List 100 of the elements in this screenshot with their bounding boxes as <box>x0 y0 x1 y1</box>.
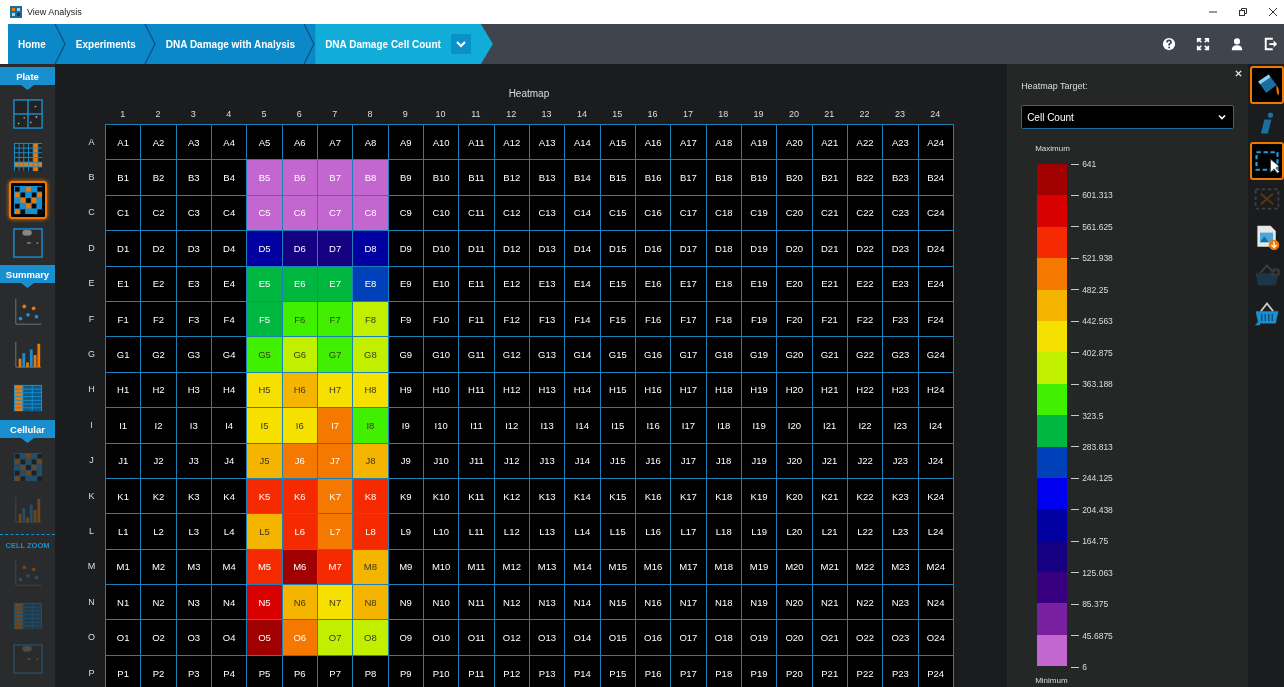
well-cell[interactable]: B20 <box>776 159 813 196</box>
well-cell[interactable]: O21 <box>811 619 848 656</box>
well-cell[interactable]: D9 <box>387 230 424 267</box>
well-cell[interactable]: J23 <box>882 442 919 479</box>
restore-icon[interactable] <box>1238 7 1248 17</box>
well-cell[interactable]: E2 <box>140 265 177 302</box>
well-cell[interactable]: A3 <box>175 124 212 161</box>
well-cell[interactable]: I18 <box>705 407 742 444</box>
well-cell[interactable]: D6 <box>281 230 318 267</box>
user-icon[interactable] <box>1230 37 1244 51</box>
well-cell[interactable]: I17 <box>670 407 707 444</box>
well-cell[interactable]: L2 <box>140 513 177 550</box>
well-cell[interactable]: D12 <box>493 230 530 267</box>
view-thumbnail[interactable] <box>8 181 47 219</box>
well-cell[interactable]: L18 <box>705 513 742 550</box>
well-cell[interactable]: A18 <box>705 124 742 161</box>
well-cell[interactable]: B2 <box>140 159 177 196</box>
well-cell[interactable]: A20 <box>776 124 813 161</box>
well-cell[interactable]: L21 <box>811 513 848 550</box>
well-cell[interactable]: N18 <box>705 584 742 621</box>
well-cell[interactable]: D2 <box>140 230 177 267</box>
well-cell[interactable]: A8 <box>352 124 389 161</box>
well-cell[interactable]: J8 <box>352 442 389 479</box>
well-cell[interactable]: N9 <box>387 584 424 621</box>
well-cell[interactable]: D14 <box>564 230 601 267</box>
well-cell[interactable]: B11 <box>458 159 495 196</box>
well-cell[interactable]: A15 <box>599 124 636 161</box>
well-cell[interactable]: P23 <box>882 654 919 687</box>
well-cell[interactable]: O15 <box>599 619 636 656</box>
well-cell[interactable]: G24 <box>917 336 954 373</box>
well-cell[interactable]: A6 <box>281 124 318 161</box>
well-cell[interactable]: P11 <box>458 654 495 687</box>
well-cell[interactable]: P17 <box>670 654 707 687</box>
well-cell[interactable]: B9 <box>387 159 424 196</box>
well-cell[interactable]: P8 <box>352 654 389 687</box>
well-cell[interactable]: G8 <box>352 336 389 373</box>
well-cell[interactable]: O23 <box>882 619 919 656</box>
toolbar-button[interactable] <box>1250 66 1284 104</box>
well-cell[interactable]: N1 <box>105 584 142 621</box>
well-cell[interactable]: B1 <box>105 159 142 196</box>
well-cell[interactable]: G17 <box>670 336 707 373</box>
well-cell[interactable]: O3 <box>175 619 212 656</box>
well-cell[interactable]: G23 <box>882 336 919 373</box>
well-cell[interactable]: A12 <box>493 124 530 161</box>
well-cell[interactable]: N17 <box>670 584 707 621</box>
well-cell[interactable]: O14 <box>564 619 601 656</box>
well-cell[interactable]: D1 <box>105 230 142 267</box>
well-cell[interactable]: L12 <box>493 513 530 550</box>
well-cell[interactable]: E20 <box>776 265 813 302</box>
well-cell[interactable]: D23 <box>882 230 919 267</box>
well-cell[interactable]: G14 <box>564 336 601 373</box>
well-cell[interactable]: I23 <box>882 407 919 444</box>
well-cell[interactable]: O20 <box>776 619 813 656</box>
well-cell[interactable]: E17 <box>670 265 707 302</box>
well-cell[interactable]: J11 <box>458 442 495 479</box>
well-cell[interactable]: L17 <box>670 513 707 550</box>
well-cell[interactable]: D15 <box>599 230 636 267</box>
well-cell[interactable]: A1 <box>105 124 142 161</box>
well-cell[interactable]: J5 <box>246 442 283 479</box>
well-cell[interactable]: G12 <box>493 336 530 373</box>
well-cell[interactable]: D20 <box>776 230 813 267</box>
well-cell[interactable]: G3 <box>175 336 212 373</box>
well-cell[interactable]: A24 <box>917 124 954 161</box>
well-cell[interactable]: D8 <box>352 230 389 267</box>
well-cell[interactable]: P14 <box>564 654 601 687</box>
well-cell[interactable]: L14 <box>564 513 601 550</box>
well-cell[interactable]: L5 <box>246 513 283 550</box>
well-cell[interactable]: E11 <box>458 265 495 302</box>
well-cell[interactable]: I15 <box>599 407 636 444</box>
well-cell[interactable]: B17 <box>670 159 707 196</box>
well-cell[interactable]: L6 <box>281 513 318 550</box>
well-cell[interactable]: A21 <box>811 124 848 161</box>
well-cell[interactable]: I2 <box>140 407 177 444</box>
well-cell[interactable]: O12 <box>493 619 530 656</box>
well-cell[interactable]: O9 <box>387 619 424 656</box>
well-cell[interactable]: D18 <box>705 230 742 267</box>
well-cell[interactable]: A23 <box>882 124 919 161</box>
well-cell[interactable]: L15 <box>599 513 636 550</box>
well-cell[interactable]: I11 <box>458 407 495 444</box>
well-cell[interactable]: O5 <box>246 619 283 656</box>
well-cell[interactable]: A11 <box>458 124 495 161</box>
well-cell[interactable]: D21 <box>811 230 848 267</box>
well-cell[interactable]: N21 <box>811 584 848 621</box>
well-cell[interactable]: I21 <box>811 407 848 444</box>
well-cell[interactable]: I5 <box>246 407 283 444</box>
help-icon[interactable] <box>1162 37 1176 51</box>
target-dropdown[interactable]: Cell Count <box>1021 105 1234 129</box>
well-cell[interactable]: P1 <box>105 654 142 687</box>
breadcrumb[interactable]: Home <box>8 24 54 64</box>
well-cell[interactable]: I9 <box>387 407 424 444</box>
well-cell[interactable]: G15 <box>599 336 636 373</box>
well-cell[interactable]: G1 <box>105 336 142 373</box>
well-cell[interactable]: D11 <box>458 230 495 267</box>
well-cell[interactable]: I8 <box>352 407 389 444</box>
well-cell[interactable]: O18 <box>705 619 742 656</box>
well-cell[interactable]: E23 <box>882 265 919 302</box>
well-cell[interactable]: N24 <box>917 584 954 621</box>
well-cell[interactable]: I20 <box>776 407 813 444</box>
well-cell[interactable]: A5 <box>246 124 283 161</box>
well-cell[interactable]: I3 <box>175 407 212 444</box>
